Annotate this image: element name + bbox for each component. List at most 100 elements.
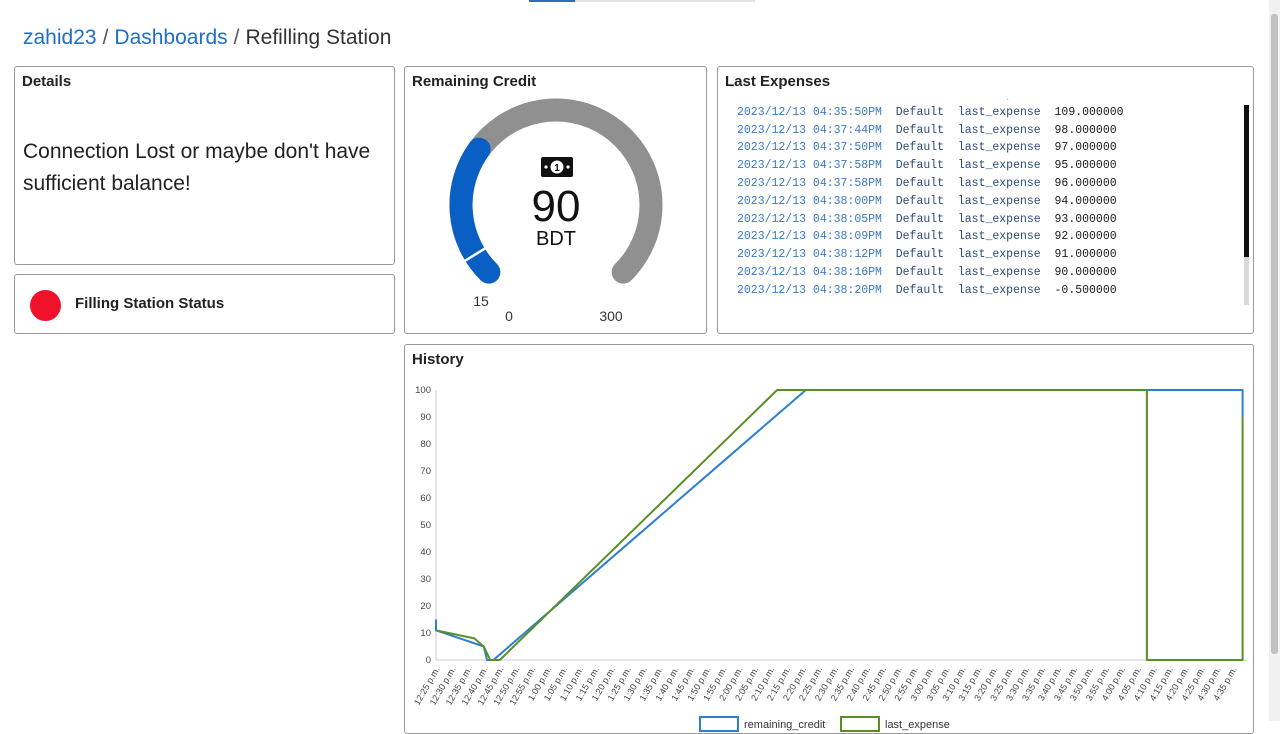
expense-device: Default (895, 265, 945, 279)
details-message: Connection Lost or maybe don't have suff… (23, 140, 371, 195)
y-tick-label: 30 (420, 574, 431, 585)
breadcrumb-current-page: Refilling Station (245, 26, 392, 49)
expense-timestamp: 2023/12/13 04:37:50PM (737, 141, 882, 155)
legend-swatch (840, 716, 880, 732)
expense-value: 96.000000 (1054, 176, 1117, 190)
last-expenses-title: Last Expenses (725, 73, 831, 90)
y-tick-label: 100 (415, 385, 431, 396)
status-indicator-dot (30, 290, 61, 321)
expense-log-scrollbar[interactable] (1244, 105, 1249, 305)
credit-gauge: 1 90 BDT 15 0 300 (449, 98, 663, 324)
expense-timestamp: 2023/12/13 04:38:00PM (737, 194, 882, 208)
expense-device: Default (895, 194, 945, 208)
gauge-max-label: 300 (599, 308, 623, 324)
expense-key: last_expense (957, 212, 1041, 226)
details-title: Details (22, 73, 72, 90)
expense-log-row: 2023/12/13 04:38:05PM Default last_expen… (737, 211, 1245, 229)
expense-log-row: 2023/12/13 04:37:58PM Default last_expen… (737, 175, 1245, 193)
expense-key: last_expense (957, 265, 1041, 279)
expense-log-row: 2023/12/13 04:37:44PM Default last_expen… (737, 122, 1245, 140)
expense-log-row: 2023/12/13 04:38:16PM Default last_expen… (737, 264, 1245, 282)
expense-value: 94.000000 (1054, 194, 1117, 208)
station-status-widget: Filling Station Status (14, 274, 395, 334)
expense-log-row: 2023/12/13 04:37:50PM Default last_expen… (737, 139, 1245, 157)
y-tick-label: 50 (420, 520, 431, 531)
expense-timestamp: 2023/12/13 04:37:58PM (737, 176, 882, 190)
expense-log[interactable]: 2023/12/13 04:35:47PM Default last_expen… (737, 99, 1245, 305)
expense-key: last_expense (957, 230, 1041, 244)
expense-key: last_expense (957, 105, 1041, 119)
expense-device: Default (895, 159, 945, 173)
expense-device: Default (895, 212, 945, 226)
expense-value: 92.000000 (1054, 230, 1117, 244)
station-status-label: Filling Station Status (75, 295, 225, 312)
expense-value: 95.000000 (1054, 159, 1117, 173)
gauge-threshold-label: 15 (473, 293, 489, 309)
expense-timestamp: 2023/12/13 04:38:05PM (737, 212, 882, 226)
expense-timestamp: 2023/12/13 04:35:47PM (737, 99, 882, 101)
expense-device: Default (895, 123, 945, 137)
y-tick-label: 20 (420, 601, 431, 612)
expense-log-row: 2023/12/13 04:35:50PM Default last_expen… (737, 104, 1245, 122)
expense-timestamp: 2023/12/13 04:38:20PM (737, 283, 882, 297)
expense-key: last_expense (957, 123, 1041, 137)
expense-device: Default (895, 105, 945, 119)
expense-timestamp: 2023/12/13 04:38:09PM (737, 230, 882, 244)
series-line-remaining-credit (435, 389, 1244, 661)
expense-device: Default (895, 176, 945, 190)
svg-text:1: 1 (554, 163, 560, 174)
y-tick-label: 80 (420, 439, 431, 450)
expense-device: Default (895, 248, 945, 262)
details-widget: Details Connection Lost or maybe don't h… (14, 66, 395, 265)
expense-value: -0.500000 (1054, 283, 1117, 297)
expense-key: last_expense (957, 283, 1041, 297)
history-widget: History 0 10 20 30 40 50 60 70 80 90 100 12:25 p.m.… (404, 344, 1254, 734)
expense-timestamp: 2023/12/13 04:37:44PM (737, 123, 882, 137)
expense-log-row: 2023/12/13 04:38:12PM Default last_expen… (737, 246, 1245, 264)
expense-value: 98.000000 (1054, 123, 1117, 137)
breadcrumb-dashboards-link[interactable]: Dashboards (114, 26, 227, 49)
breadcrumb: zahid23/Dashboards / Refilling Station (23, 26, 391, 50)
expense-key: last_expense (957, 141, 1041, 155)
expense-log-scroll-thumb[interactable] (1244, 105, 1249, 257)
last-expenses-widget: Last Expenses 2023/12/13 04:35:47PM Defa… (717, 66, 1254, 334)
page-scrollbar[interactable] (1269, 0, 1280, 721)
expense-timestamp: 2023/12/13 04:38:12PM (737, 248, 882, 262)
expense-log-row: 2023/12/13 04:37:58PM Default last_expen… (737, 157, 1245, 175)
credit-unit: BDT (536, 228, 576, 250)
breadcrumb-separator: / (102, 26, 109, 49)
expense-device: Default (895, 141, 945, 155)
expense-key: last_expense (957, 194, 1041, 208)
y-tick-label: 40 (420, 547, 431, 558)
y-tick-label: 10 (420, 628, 431, 639)
y-tick-label: 60 (420, 493, 431, 504)
expense-value: 90.000000 (1054, 265, 1117, 279)
expense-device: Default (895, 230, 945, 244)
y-tick-label: 90 (420, 412, 431, 423)
expense-value: 109.000000 (1054, 105, 1124, 119)
history-chart: 010203040506070809010012:25 p.m.12:30 p.… (412, 385, 1247, 732)
page-scroll-thumb[interactable] (1271, 14, 1278, 654)
remaining-credit-widget: Remaining Credit 1 90 BDT 15 0 300 (404, 66, 707, 334)
expense-log-row: 2023/12/13 04:38:09PM Default last_expen… (737, 228, 1245, 246)
top-tab-indicator (529, 0, 755, 2)
breadcrumb-user-link[interactable]: zahid23 (23, 26, 97, 49)
expense-device: Default (896, 99, 944, 101)
expense-log-row: 2023/12/13 04:38:00PM Default last_expen… (737, 193, 1245, 211)
expense-key: last_expense (958, 99, 1041, 101)
expense-key: last_expense (957, 248, 1041, 262)
expense-key: last_expense (957, 176, 1041, 190)
expense-timestamp: 2023/12/13 04:35:50PM (737, 105, 882, 119)
series-line-last-expense (435, 389, 1244, 661)
expense-value: 110.000000 (1055, 99, 1124, 101)
legend-swatch (699, 716, 739, 732)
gauge-min-label: 0 (505, 308, 513, 324)
y-tick-label: 70 (420, 466, 431, 477)
breadcrumb-separator: / (233, 26, 240, 49)
expense-value: 97.000000 (1054, 141, 1117, 155)
expense-timestamp: 2023/12/13 04:38:16PM (737, 265, 882, 279)
active-tab-indicator (529, 0, 575, 2)
expense-value: 93.000000 (1054, 212, 1117, 226)
expense-key: last_expense (957, 159, 1041, 173)
money-bill-icon: 1 (541, 157, 573, 177)
